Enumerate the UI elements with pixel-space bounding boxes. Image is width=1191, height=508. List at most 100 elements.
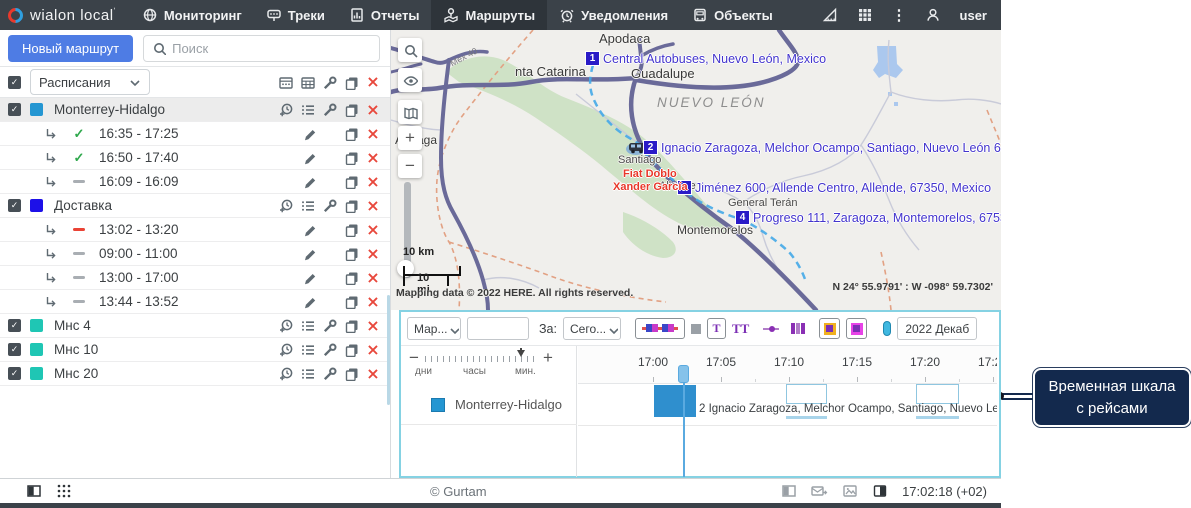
history-icon[interactable] [274,342,296,357]
trip-bar-active[interactable] [654,385,696,417]
copy-icon[interactable] [340,318,362,333]
delete-icon[interactable]: × [362,270,384,286]
copy-icon[interactable] [340,126,362,141]
tab-reports[interactable]: Отчеты [337,0,432,30]
delete-icon[interactable]: × [362,126,384,142]
wrench-icon[interactable] [318,198,340,213]
trip-bar-planned[interactable] [786,384,827,404]
magenta-marker-button[interactable] [846,318,867,339]
copy-icon[interactable] [340,222,362,237]
user-name[interactable]: user [960,8,987,23]
pencil-icon[interactable] [298,271,320,285]
sidebar-scrollbar[interactable] [387,295,390,405]
checkbox-checked[interactable]: ✓ [8,199,21,212]
tab-monitoring[interactable]: Мониторинг [130,0,254,30]
route-group-row[interactable]: ✓ Мнс 4 × [0,314,390,338]
wrench-icon[interactable] [318,366,340,381]
map-visibility-button[interactable] [398,68,422,92]
wialon-logo[interactable]: wialon localʼ [0,7,130,24]
delete-icon[interactable]: × [362,294,384,310]
route-group-row[interactable]: ✓ Monterrey-Hidalgo × [0,98,390,122]
trip-row[interactable]: 13:44 - 13:52 × [0,290,390,314]
period-select[interactable]: Сего... [563,317,621,340]
trip-row[interactable]: 13:00 - 17:00 × [0,266,390,290]
copy-icon[interactable] [340,75,362,90]
month-box[interactable]: 2022 Декаб [897,317,977,340]
route-group-row[interactable]: ✓ Мнс 10 × [0,338,390,362]
route-group-row[interactable]: ✓ Доставка × [0,194,390,218]
map-canvas[interactable]: Apodaca Guadalupe nta Catarina Santiago … [391,30,1001,310]
trip-row[interactable]: 13:02 - 13:20 × [0,218,390,242]
history-icon[interactable] [274,318,296,333]
ruler-tools-icon[interactable] [822,7,839,24]
dot-line-view-button[interactable] [763,325,779,333]
tab-routes[interactable]: Маршруты [431,0,547,30]
pencil-icon[interactable] [298,175,320,189]
wrench-icon[interactable] [318,342,340,357]
pencil-icon[interactable] [298,295,320,309]
route-name-input[interactable] [467,317,529,340]
trip-row[interactable]: 09:00 - 11:00 × [0,242,390,266]
tab-units[interactable]: Объекты [680,0,785,30]
tab-tracks[interactable]: Треки [254,0,337,30]
map-marker-2[interactable]: 2 [644,141,657,154]
calendar-days-icon[interactable] [274,75,296,90]
list-icon[interactable] [296,318,318,333]
route-group-row[interactable]: ✓ Мнс 20 × [0,362,390,386]
timeline-chart-area[interactable]: 17:00 17:05 17:10 17:15 17:20 17:25 2 Ig… [578,346,997,477]
single-letter-view-button[interactable]: T [707,318,726,339]
trip-row[interactable]: 16:09 - 16:09 × [0,170,390,194]
trip-row[interactable]: ✓ 16:50 - 17:40 × [0,146,390,170]
copy-icon[interactable] [340,102,362,117]
zoom-ruler[interactable] [425,356,537,362]
map-marker-1[interactable]: 1 [586,52,599,65]
list-icon[interactable] [296,102,318,117]
wrench-icon[interactable] [318,102,340,117]
apps-grid-icon[interactable] [857,7,874,24]
pencil-icon[interactable] [298,127,320,141]
copy-icon[interactable] [340,246,362,261]
apps-dots-icon[interactable] [56,483,72,499]
image-icon[interactable] [842,483,858,499]
route-select[interactable]: Мар... [407,317,461,340]
cursor-pill-icon[interactable] [883,321,891,336]
map-zoom-in-button[interactable]: + [398,126,422,150]
delete-icon[interactable]: × [362,174,384,190]
copy-icon[interactable] [340,366,362,381]
tab-notifications[interactable]: Уведомления [547,0,680,30]
book-layout-icon[interactable] [872,483,888,499]
mail-icon[interactable] [811,483,828,499]
copy-icon[interactable] [340,270,362,285]
time-cursor-handle[interactable] [678,365,689,383]
delete-icon[interactable]: × [362,342,384,358]
history-icon[interactable] [274,366,296,381]
copy-icon[interactable] [340,294,362,309]
delete-icon[interactable]: × [362,102,384,118]
pencil-icon[interactable] [298,151,320,165]
checkbox-checked[interactable]: ✓ [8,367,21,380]
history-icon[interactable] [274,102,296,117]
checkbox-checked[interactable]: ✓ [8,103,21,116]
yellow-marker-button[interactable] [819,318,840,339]
zoom-out-control[interactable]: − [409,348,419,368]
trip-bar-planned[interactable] [916,384,959,404]
wrench-icon[interactable] [318,75,340,90]
log-panel-icon[interactable] [781,483,797,499]
copy-icon[interactable] [340,174,362,189]
bars-view-button[interactable] [791,323,805,334]
trip-row[interactable]: ✓ 16:35 - 17:25 × [0,122,390,146]
user-icon[interactable] [925,7,942,24]
delete-icon[interactable]: × [362,198,384,214]
calendar-grid-icon[interactable] [296,75,318,90]
timeline-route-row[interactable]: Monterrey-Hidalgo [401,385,577,425]
zoom-in-control[interactable]: + [543,348,553,368]
collapse-panel-icon[interactable] [26,483,42,499]
delete-icon[interactable]: × [362,246,384,262]
pencil-icon[interactable] [298,247,320,261]
map-layers-button[interactable] [398,100,422,124]
checkbox-checked[interactable]: ✓ [8,319,21,332]
list-icon[interactable] [296,342,318,357]
list-icon[interactable] [296,366,318,381]
double-letter-view-button[interactable]: ТТ [732,321,749,337]
timeline-view-button[interactable] [635,318,685,339]
